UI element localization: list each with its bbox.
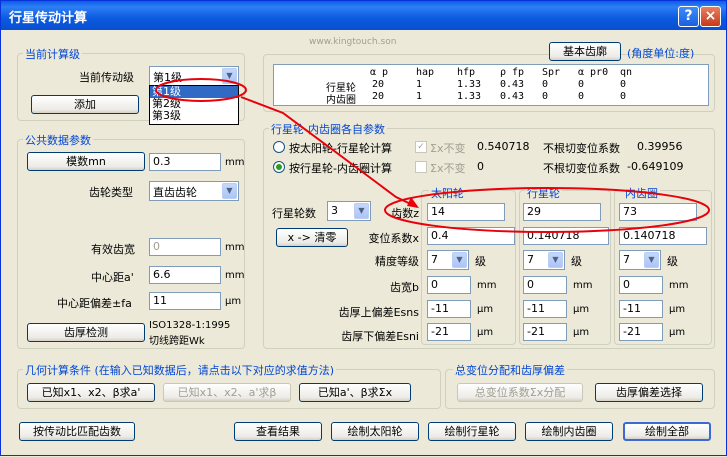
annotation-arrow [240, 96, 418, 208]
dialog-window: 行星传动计算 ? × 当前计算级 当前传动级 第1级 ▼ 第1级 第2级 第3级… [0, 0, 727, 456]
annotation-ellipse-stage [155, 78, 247, 102]
red-annotation-overlay [155, 78, 710, 233]
annotation-ellipse-teeth [384, 187, 710, 233]
